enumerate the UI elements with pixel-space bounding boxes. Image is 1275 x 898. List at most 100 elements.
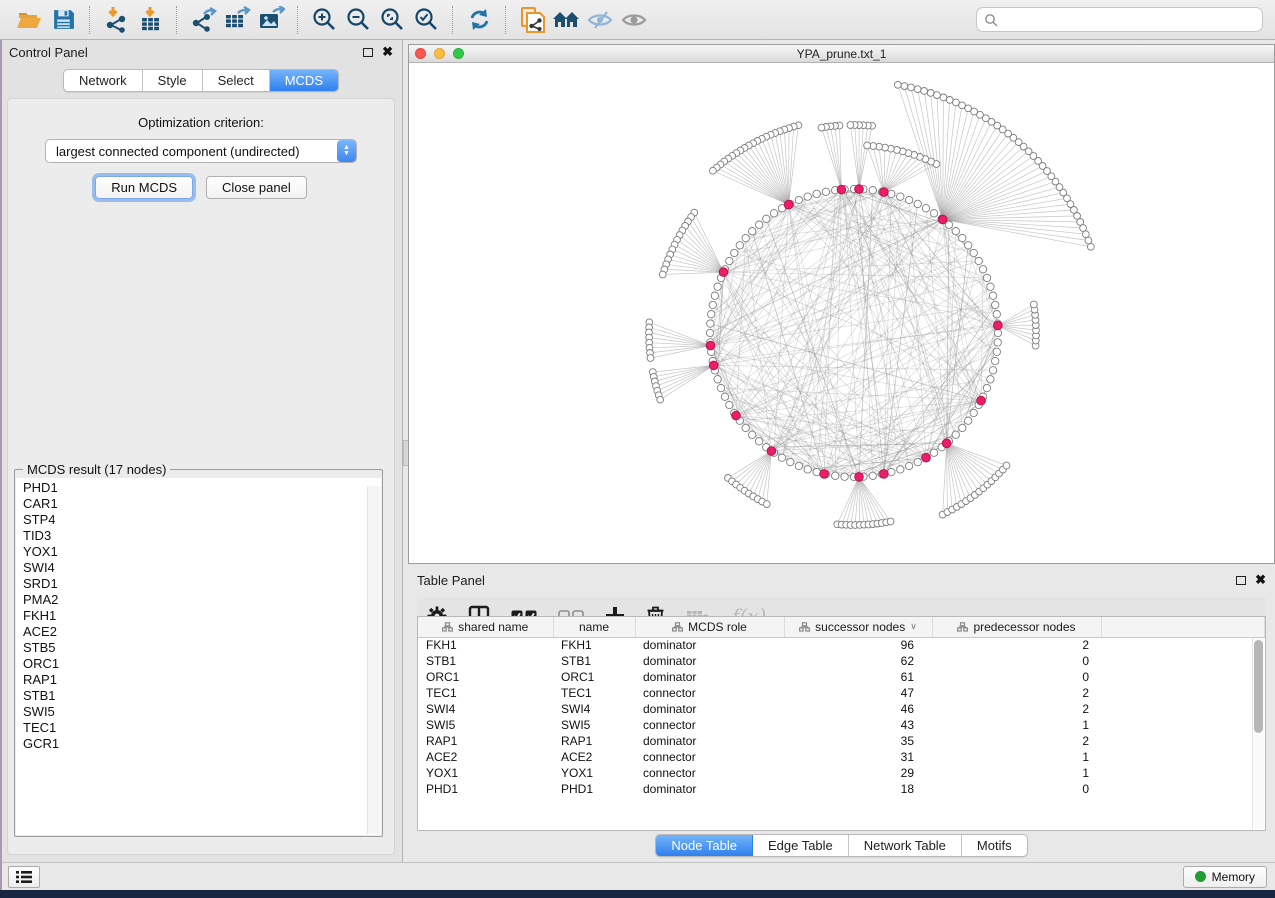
memory-status-icon bbox=[1195, 871, 1206, 882]
column-header-shared-name[interactable]: shared name bbox=[418, 617, 553, 637]
close-panel-icon[interactable]: ✖ bbox=[1255, 575, 1266, 585]
export-image-icon[interactable] bbox=[254, 4, 288, 36]
table-row[interactable]: SWI5SWI5connector431 bbox=[418, 717, 1265, 733]
table-row[interactable]: FKH1FKH1dominator962 bbox=[418, 637, 1265, 653]
mcds-tab-content: Optimization criterion: largest connecte… bbox=[7, 98, 395, 855]
show-all-icon[interactable] bbox=[617, 4, 651, 36]
mcds-result-item[interactable]: GCR1 bbox=[23, 736, 381, 752]
dropdown-stepper-icon: ▲▼ bbox=[337, 140, 356, 162]
workspace-column: YPA_prune.txt_1 Table Panel ✖ bbox=[408, 40, 1275, 862]
network-graph[interactable] bbox=[409, 63, 1274, 563]
table-scrollbar-thumb[interactable] bbox=[1254, 640, 1263, 733]
mcds-result-list[interactable]: PHD1CAR1STP4TID3YOX1SWI4SRD1PMA2FKH1ACE2… bbox=[16, 478, 381, 835]
mcds-result-item[interactable]: SWI4 bbox=[23, 560, 381, 576]
result-scrollbar[interactable] bbox=[367, 486, 380, 834]
zoom-selected-icon[interactable] bbox=[409, 4, 443, 36]
mcds-result-item[interactable]: ORC1 bbox=[23, 656, 381, 672]
mcds-result-item[interactable]: ACE2 bbox=[23, 624, 381, 640]
search-icon bbox=[984, 13, 998, 27]
toolbar-separator bbox=[452, 6, 453, 34]
search-box[interactable] bbox=[976, 7, 1263, 32]
tab-select[interactable]: Select bbox=[203, 70, 270, 91]
table-row[interactable]: PHD1PHD1dominator180 bbox=[418, 781, 1265, 797]
mcds-result-item[interactable]: CAR1 bbox=[23, 496, 381, 512]
zoom-out-icon[interactable] bbox=[341, 4, 375, 36]
export-network-icon[interactable] bbox=[186, 4, 220, 36]
criterion-dropdown[interactable]: largest connected component (undirected)… bbox=[45, 139, 357, 163]
table-panel: Table Panel ✖ bbox=[408, 568, 1275, 862]
table-row[interactable]: YOX1YOX1connector291 bbox=[418, 765, 1265, 781]
duplicate-network-icon[interactable] bbox=[515, 4, 549, 36]
mcds-result-title: MCDS result (17 nodes) bbox=[23, 462, 170, 477]
status-bar: Memory bbox=[0, 862, 1275, 890]
network-canvas[interactable] bbox=[409, 63, 1274, 563]
memory-button[interactable]: Memory bbox=[1183, 866, 1267, 888]
table-row[interactable]: STB1STB1dominator620 bbox=[418, 653, 1265, 669]
refresh-layout-icon[interactable] bbox=[462, 4, 496, 36]
open-file-icon[interactable] bbox=[12, 4, 46, 36]
optimization-criterion-label: Optimization criterion: bbox=[8, 115, 394, 130]
mcds-result-item[interactable]: STP4 bbox=[23, 512, 381, 528]
save-session-icon[interactable] bbox=[46, 4, 80, 36]
float-panel-icon[interactable] bbox=[1236, 576, 1246, 585]
network-titlebar[interactable]: YPA_prune.txt_1 bbox=[409, 45, 1274, 63]
table-tab-node-table[interactable]: Node Table bbox=[656, 835, 753, 856]
table-row[interactable]: ACE2ACE2connector311 bbox=[418, 749, 1265, 765]
close-panel-button[interactable]: Close panel bbox=[206, 176, 307, 199]
column-header-predecessor-nodes[interactable]: predecessor nodes bbox=[932, 617, 1101, 637]
table-tab-network-table[interactable]: Network Table bbox=[849, 835, 962, 856]
control-panel-tabs: NetworkStyleSelectMCDS bbox=[0, 64, 402, 96]
mcds-result-item[interactable]: STB5 bbox=[23, 640, 381, 656]
tab-style[interactable]: Style bbox=[143, 70, 203, 91]
toolbar-separator bbox=[89, 6, 90, 34]
mcds-result-item[interactable]: SRD1 bbox=[23, 576, 381, 592]
table-tab-motifs[interactable]: Motifs bbox=[962, 835, 1027, 856]
import-table-icon[interactable] bbox=[133, 4, 167, 36]
search-input[interactable] bbox=[998, 13, 1255, 27]
close-panel-icon[interactable]: ✖ bbox=[382, 47, 393, 57]
mcds-result-item[interactable]: RAP1 bbox=[23, 672, 381, 688]
table-scrollbar[interactable] bbox=[1252, 638, 1264, 829]
memory-label: Memory bbox=[1212, 870, 1255, 884]
first-neighbors-icon[interactable] bbox=[549, 4, 583, 36]
control-panel-titlebar: Control Panel ✖ bbox=[0, 40, 402, 64]
table-panel-titlebar: Table Panel ✖ bbox=[408, 568, 1275, 592]
mcds-result-item[interactable]: TID3 bbox=[23, 528, 381, 544]
list-icon bbox=[15, 870, 33, 884]
export-table-icon[interactable] bbox=[220, 4, 254, 36]
mcds-result-item[interactable]: STB1 bbox=[23, 688, 381, 704]
run-mcds-button[interactable]: Run MCDS bbox=[95, 176, 193, 199]
import-network-icon[interactable] bbox=[99, 4, 133, 36]
float-panel-icon[interactable] bbox=[363, 48, 373, 57]
criterion-value: largest connected component (undirected) bbox=[46, 144, 337, 159]
hide-selected-icon[interactable] bbox=[583, 4, 617, 36]
desktop-background bbox=[0, 890, 1275, 898]
table-tabs: Node TableEdge TableNetwork TableMotifs bbox=[408, 834, 1275, 857]
main-toolbar bbox=[0, 0, 1275, 40]
zoom-in-icon[interactable] bbox=[307, 4, 341, 36]
network-title: YPA_prune.txt_1 bbox=[409, 47, 1274, 61]
control-panel: Control Panel ✖ NetworkStyleSelectMCDS O… bbox=[0, 40, 402, 862]
network-window: YPA_prune.txt_1 bbox=[408, 44, 1275, 564]
mcds-result-item[interactable]: FKH1 bbox=[23, 608, 381, 624]
mcds-result-item[interactable]: YOX1 bbox=[23, 544, 381, 560]
tab-network[interactable]: Network bbox=[64, 70, 143, 91]
table-row[interactable]: TEC1TEC1connector472 bbox=[418, 685, 1265, 701]
table-row[interactable]: SWI4SWI4dominator462 bbox=[418, 701, 1265, 717]
column-header-successor-nodes[interactable]: successor nodes∨ bbox=[784, 617, 932, 637]
mcds-result-item[interactable]: PHD1 bbox=[23, 480, 381, 496]
application-window: Control Panel ✖ NetworkStyleSelectMCDS O… bbox=[0, 0, 1275, 898]
table-row[interactable]: RAP1RAP1dominator352 bbox=[418, 733, 1265, 749]
node-table[interactable]: shared namenameMCDS rolesuccessor nodes∨… bbox=[417, 616, 1266, 831]
mcds-result-item[interactable]: TEC1 bbox=[23, 720, 381, 736]
table-tab-edge-table[interactable]: Edge Table bbox=[753, 835, 849, 856]
mcds-result-item[interactable]: SWI5 bbox=[23, 704, 381, 720]
column-header-name[interactable]: name bbox=[553, 617, 635, 637]
tab-mcds[interactable]: MCDS bbox=[270, 70, 338, 91]
desktop-edge bbox=[0, 40, 2, 890]
table-row[interactable]: ORC1ORC1dominator610 bbox=[418, 669, 1265, 685]
mcds-result-item[interactable]: PMA2 bbox=[23, 592, 381, 608]
column-header-MCDS-role[interactable]: MCDS role bbox=[635, 617, 784, 637]
zoom-fit-icon[interactable] bbox=[375, 4, 409, 36]
task-history-button[interactable] bbox=[8, 866, 40, 888]
